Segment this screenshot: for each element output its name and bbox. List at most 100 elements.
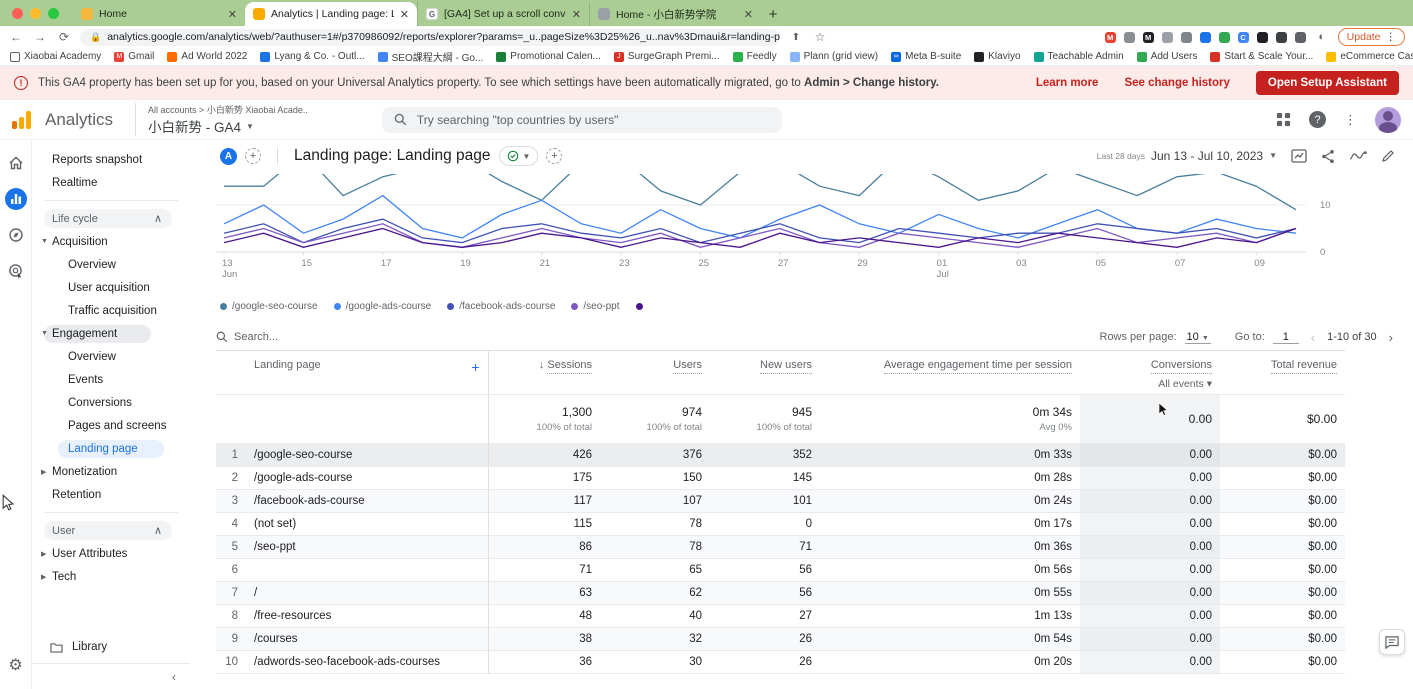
report-filter-chip[interactable]: ▼ — [499, 146, 539, 166]
add-filter-button[interactable]: + — [546, 148, 562, 164]
chevron-expanded-icon[interactable]: ▼ — [41, 330, 48, 337]
date-range-picker[interactable]: Last 28 days Jun 13 - Jul 10, 2023 ▼ — [1097, 149, 1277, 164]
chevron-collapsed-icon[interactable]: ▶ — [41, 573, 46, 581]
sidebar-item-landing-page[interactable]: Landing page — [32, 437, 190, 460]
help-icon[interactable]: ? — [1309, 111, 1326, 128]
reload-icon[interactable]: ⟳ — [56, 30, 72, 44]
tab-close-icon[interactable]: ✕ — [228, 8, 237, 21]
sidebar-item-conversions[interactable]: Conversions — [32, 391, 190, 414]
sidebar-item-life-cycle[interactable]: Life cycle∧ — [32, 207, 190, 230]
browser-tab[interactable]: Analytics | Landing page: Land✕ — [245, 2, 417, 26]
column-header-users[interactable]: Users — [600, 351, 710, 395]
column-header-landing-page[interactable]: Landing page+ — [246, 351, 488, 395]
sidebar-item-pages-and-screens[interactable]: Pages and screens — [32, 414, 190, 437]
bookmark-item[interactable]: Lyang & Co. - Outl... — [260, 51, 364, 62]
collapse-sidebar-icon[interactable]: ‹ — [172, 670, 176, 684]
forward-icon[interactable]: → — [32, 30, 48, 44]
extension-icon[interactable] — [1276, 32, 1287, 43]
prev-page-icon[interactable]: ‹ — [1307, 330, 1319, 345]
insights-icon[interactable] — [1349, 150, 1367, 162]
chevron-collapsed-icon[interactable]: ▶ — [41, 468, 46, 476]
chevron-up-icon[interactable]: ∧ — [154, 524, 162, 537]
bookmark-item[interactable]: Start & Scale Your... — [1210, 51, 1313, 62]
sidebar-item-user-acquisition[interactable]: User acquisition — [32, 276, 190, 299]
segment-chip[interactable]: A — [220, 148, 237, 165]
search-input[interactable]: Try searching "top countries by users" — [382, 107, 782, 133]
extension-icon[interactable]: M — [1143, 32, 1154, 43]
bookmark-item[interactable]: Plann (grid view) — [790, 51, 878, 62]
tab-close-icon[interactable]: ✕ — [400, 8, 409, 21]
extension-icon[interactable] — [1200, 32, 1211, 43]
legend-item[interactable] — [636, 303, 648, 310]
table-row[interactable]: 10/adwords-seo-facebook-ads-courses36302… — [216, 651, 1345, 674]
add-dimension-icon[interactable]: + — [471, 359, 479, 375]
sidebar-item-library[interactable]: Library — [32, 633, 190, 663]
sidebar-item-overview[interactable]: Overview — [32, 345, 190, 368]
extension-icon[interactable] — [1295, 32, 1306, 43]
advertising-icon[interactable] — [5, 260, 27, 282]
sidebar-item-overview[interactable]: Overview — [32, 253, 190, 276]
chevron-collapsed-icon[interactable]: ▶ — [41, 550, 46, 558]
browser-tab[interactable]: Home✕ — [73, 2, 245, 26]
sidebar-item-traffic-acquisition[interactable]: Traffic acquisition — [32, 299, 190, 322]
bookmark-star-icon[interactable]: ☆ — [812, 30, 828, 44]
tab-close-icon[interactable]: ✕ — [744, 8, 753, 21]
bookmark-item[interactable]: Add Users — [1137, 51, 1198, 62]
goto-page-input[interactable] — [1273, 331, 1299, 344]
comparison-chart-icon[interactable] — [1291, 149, 1307, 163]
open-setup-assistant-button[interactable]: Open Setup Assistant — [1256, 71, 1399, 95]
table-row[interactable]: 1/google-seo-course4263763520m 33s0.00$0… — [216, 444, 1345, 467]
column-header-revenue[interactable]: Total revenue — [1220, 351, 1345, 395]
profile-icon[interactable]: ◐ — [1314, 31, 1330, 43]
table-row[interactable]: 7/6362560m 55s0.00$0.00 — [216, 582, 1345, 605]
column-header-new_users[interactable]: New users — [710, 351, 820, 395]
table-row[interactable]: 2/google-ads-course1751501450m 28s0.00$0… — [216, 467, 1345, 490]
rows-per-page-select[interactable]: 10 ▼ — [1185, 331, 1211, 344]
browser-tab[interactable]: Home - 小白新势学院✕ — [589, 2, 761, 26]
feedback-button[interactable] — [1379, 629, 1405, 655]
share-report-icon[interactable] — [1321, 149, 1335, 164]
back-icon[interactable]: ← — [8, 30, 24, 44]
sidebar-item-events[interactable]: Events — [32, 368, 190, 391]
chrome-menu-icon[interactable]: ⋮ — [1386, 31, 1397, 43]
extension-icon[interactable]: C — [1238, 32, 1249, 43]
legend-item[interactable]: /google-ads-course — [334, 301, 432, 312]
extension-icon[interactable]: M — [1105, 32, 1116, 43]
browser-tab[interactable]: G[GA4] Set up a scroll conversi✕ — [417, 2, 589, 26]
bookmark-item[interactable]: Promotional Calen... — [496, 51, 601, 62]
sidebar-item-monetization[interactable]: ▶Monetization — [32, 460, 190, 483]
column-header-conversions[interactable]: ConversionsAll events ▾ — [1080, 351, 1220, 395]
sidebar-item-tech[interactable]: ▶Tech — [32, 565, 190, 588]
avatar[interactable] — [1375, 107, 1401, 133]
chrome-update-button[interactable]: Update ⋮ — [1338, 28, 1405, 46]
table-row[interactable]: 8/free-resources4840271m 13s0.00$0.00 — [216, 605, 1345, 628]
next-page-icon[interactable]: › — [1385, 330, 1397, 345]
extension-icon[interactable] — [1257, 32, 1268, 43]
learn-more-link[interactable]: Learn more — [1036, 77, 1099, 89]
conversions-event-select[interactable]: All events ▾ — [1088, 378, 1212, 390]
column-header-avg_eng[interactable]: Average engagement time per session — [820, 351, 1080, 395]
admin-gear-icon[interactable]: ⚙ — [8, 655, 22, 675]
reports-icon[interactable] — [5, 188, 27, 210]
column-header-sessions[interactable]: ↓ Sessions — [488, 351, 600, 395]
edit-pencil-icon[interactable] — [1381, 149, 1395, 163]
tab-close-icon[interactable]: ✕ — [572, 8, 581, 21]
table-search-input[interactable]: Search... — [216, 331, 278, 343]
bookmark-item[interactable]: Teachable Admin — [1034, 51, 1124, 62]
legend-item[interactable]: /facebook-ads-course — [447, 301, 555, 312]
more-vert-icon[interactable]: ⋮ — [1344, 112, 1357, 128]
legend-item[interactable]: /google-seo-course — [220, 301, 318, 312]
table-row[interactable]: 9/courses3832260m 54s0.00$0.00 — [216, 628, 1345, 651]
bookmark-item[interactable]: JSurgeGraph Premi... — [614, 51, 720, 62]
legend-item[interactable]: /seo-ppt — [571, 301, 619, 312]
minimize-window-button[interactable] — [30, 8, 41, 19]
bookmark-item[interactable]: Ad World 2022 — [167, 51, 247, 62]
bookmark-item[interactable]: ∞Meta B-suite — [891, 51, 961, 62]
sidebar-item-reports-snapshot[interactable]: Reports snapshot — [32, 148, 190, 171]
maximize-window-button[interactable] — [48, 8, 59, 19]
bookmark-item[interactable]: NXiaobai Academy — [10, 51, 101, 62]
extension-icon[interactable] — [1219, 32, 1230, 43]
extension-icon[interactable] — [1162, 32, 1173, 43]
table-row[interactable]: 4(not set)1157800m 17s0.00$0.00 — [216, 513, 1345, 536]
table-row[interactable]: 3/facebook-ads-course1171071010m 24s0.00… — [216, 490, 1345, 513]
